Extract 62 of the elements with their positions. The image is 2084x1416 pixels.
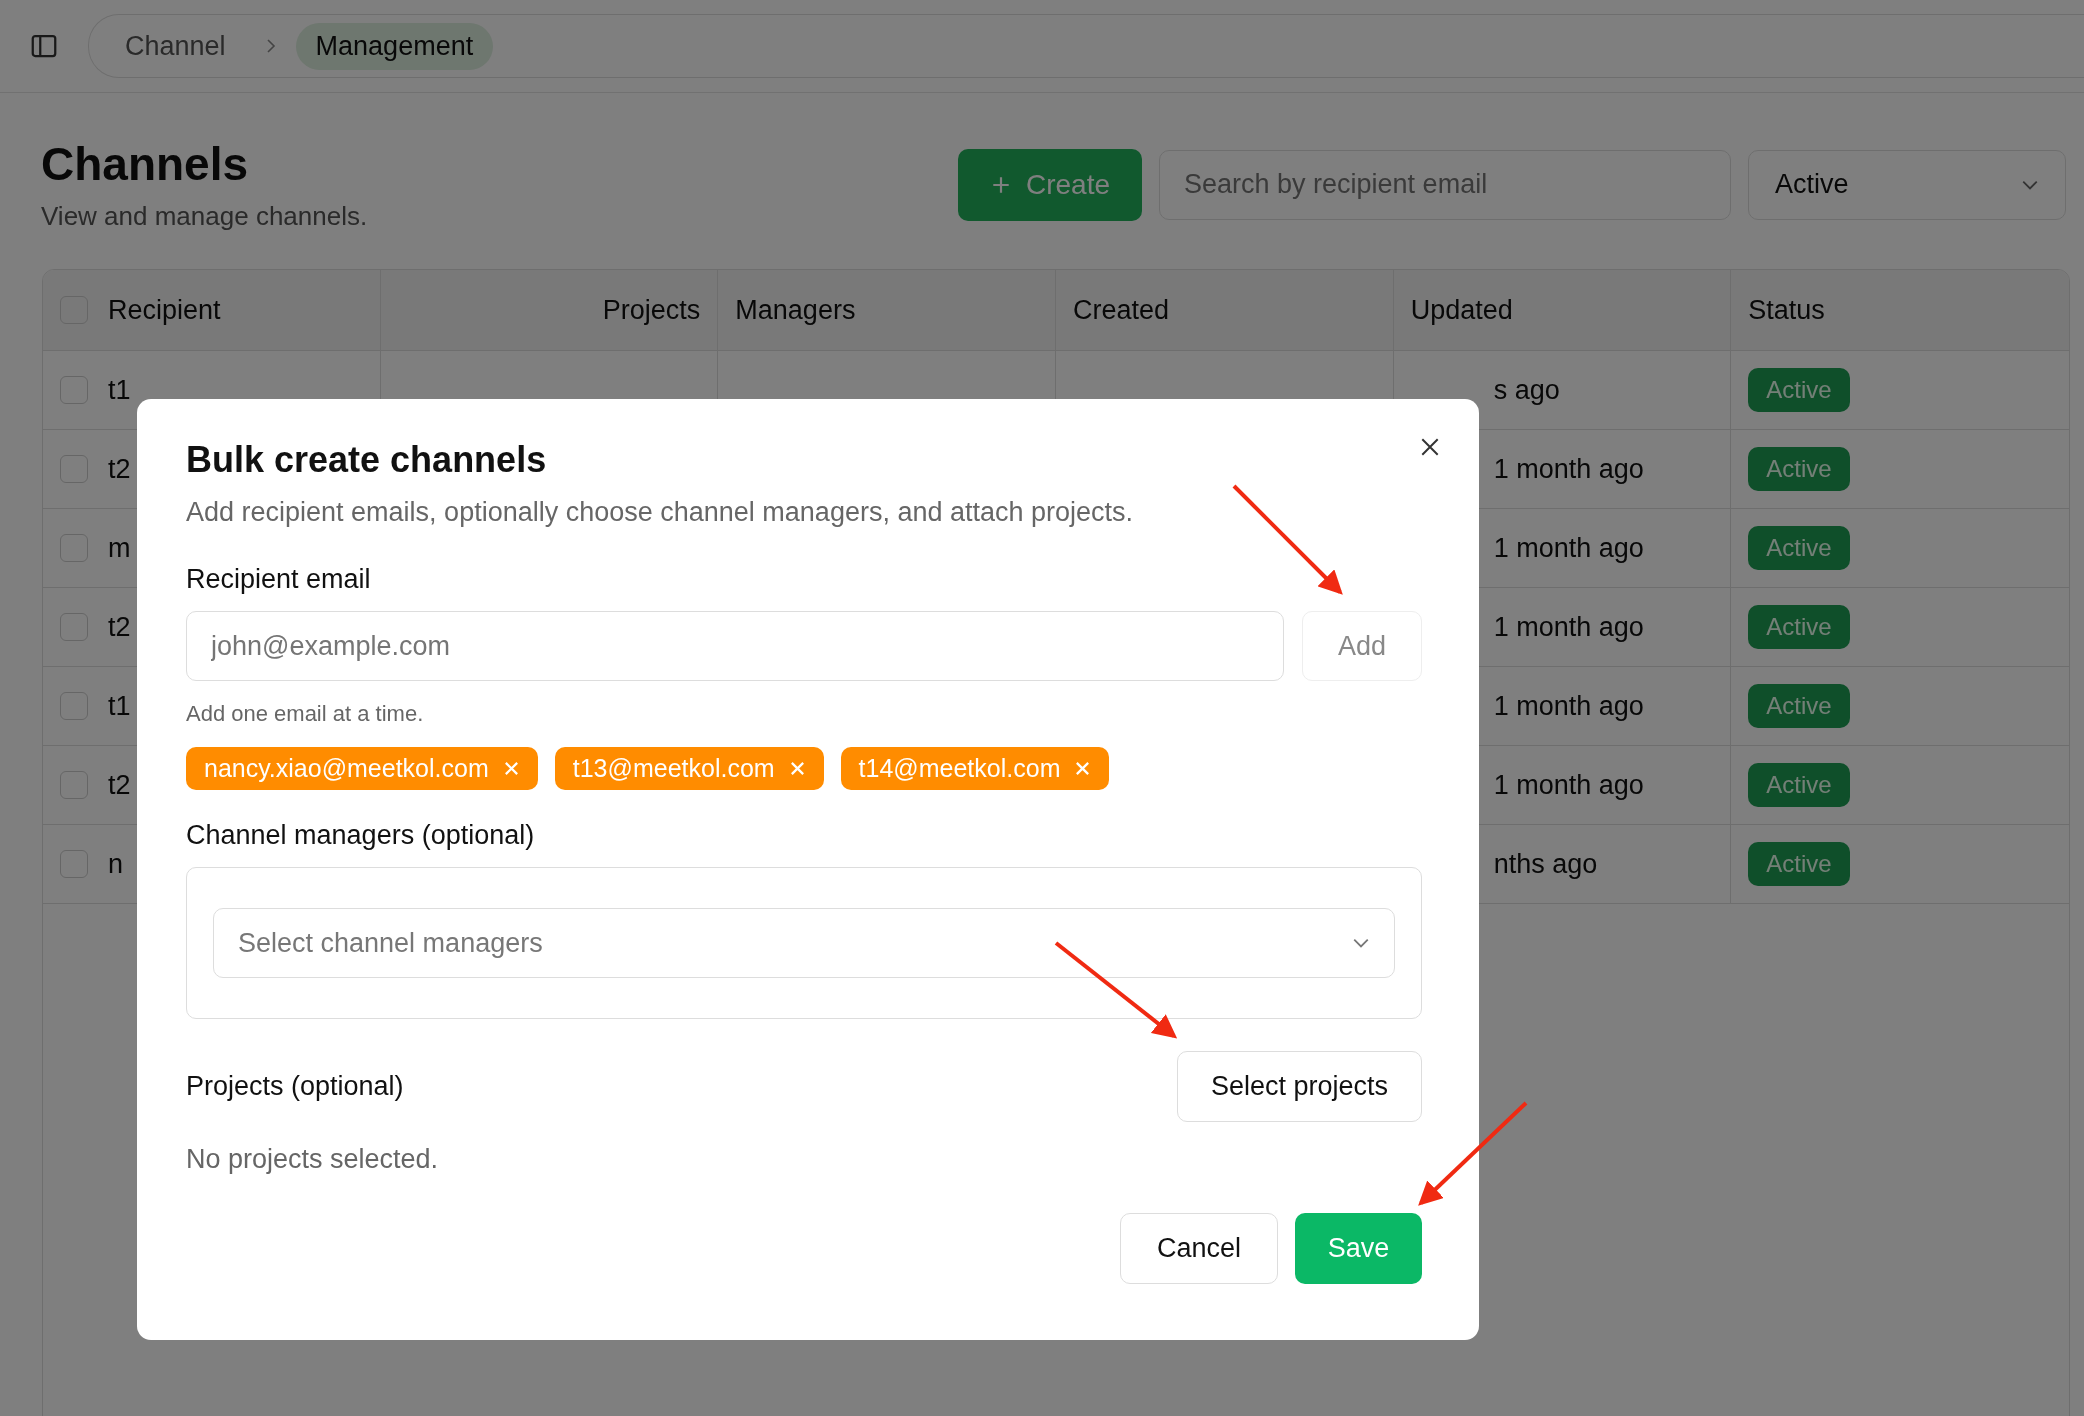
table-cell: t2: [108, 769, 131, 801]
status-badge: Active: [1748, 605, 1850, 649]
table-cell: 1 month ago: [1493, 690, 1644, 722]
tag-label: t14@meetkol.com: [858, 754, 1061, 783]
breadcrumb-link[interactable]: Channel: [125, 22, 246, 70]
managers-dropdown[interactable]: Select channel managers: [213, 908, 1395, 978]
table-cell: t1: [108, 690, 131, 722]
search-field[interactable]: Search by recipient email: [1159, 149, 1731, 220]
empty-state-text: No projects selected.: [186, 1144, 440, 1175]
status-badge: Active: [1748, 368, 1850, 412]
tag-label: t13@meetkol.com: [572, 754, 775, 783]
remove-icon[interactable]: [502, 760, 520, 777]
table-cell: 1 month ago: [1493, 769, 1644, 801]
tag-label: nancy.xiao@meetkol.com: [204, 754, 489, 783]
chevron-right-icon: [265, 38, 276, 54]
column-header: Created: [1073, 294, 1170, 326]
table-cell: m: [108, 532, 131, 564]
field-label: Projects (optional): [186, 1071, 404, 1102]
row-checkbox[interactable]: [60, 534, 88, 562]
row-checkbox[interactable]: [60, 455, 88, 483]
status-badge: Active: [1748, 684, 1850, 728]
save-button[interactable]: Save: [1295, 1213, 1422, 1284]
table-cell: s ago: [1493, 374, 1560, 406]
table-cell: nths ago: [1493, 848, 1598, 880]
table-cell: t1: [108, 374, 131, 406]
field-label: Recipient email: [186, 564, 372, 595]
status-badge: Active: [1748, 763, 1850, 807]
breadcrumb-link[interactable]: Management: [295, 22, 494, 70]
page-title: Channels: [41, 137, 250, 191]
field-hint: Add one email at a time.: [186, 701, 425, 727]
remove-icon[interactable]: [1074, 760, 1092, 777]
row-checkbox[interactable]: [60, 613, 88, 641]
remove-icon[interactable]: [788, 760, 806, 777]
table-cell: n: [108, 848, 124, 880]
table-cell: t2: [108, 453, 131, 485]
status-dropdown[interactable]: Active: [1748, 149, 2066, 220]
column-header: Status: [1748, 294, 1825, 326]
page-subtitle: View and manage channels.: [41, 201, 368, 232]
column-header: Managers: [735, 294, 856, 326]
chevron-down-icon: [2021, 178, 2039, 191]
table-cell: 1 month ago: [1493, 453, 1644, 485]
chevron-down-icon: [1352, 937, 1370, 949]
row-checkbox[interactable]: [60, 376, 88, 404]
dialog-description: Add recipient emails, optionally choose channel managers, and attach projects.: [186, 497, 1135, 528]
status-badge: Active: [1748, 447, 1850, 491]
close-icon[interactable]: [1419, 436, 1441, 458]
column-header: Recipient: [108, 294, 221, 326]
column-header: Projects: [602, 294, 701, 326]
row-checkbox[interactable]: [60, 850, 88, 878]
field-label: Channel managers (optional): [186, 820, 536, 851]
table-cell: 1 month ago: [1493, 611, 1644, 643]
email-input-field[interactable]: john@example.com: [186, 611, 1284, 681]
select-projects-button[interactable]: Select projects: [1176, 1051, 1422, 1122]
column-header: Updated: [1410, 294, 1513, 326]
table-cell: t2: [108, 611, 131, 643]
status-badge: Active: [1748, 526, 1850, 570]
row-checkbox[interactable]: [60, 771, 88, 799]
table-cell: 1 month ago: [1493, 532, 1644, 564]
cancel-button[interactable]: Cancel: [1120, 1213, 1278, 1284]
status-badge: Active: [1748, 842, 1850, 886]
dialog-title: Bulk create channels: [186, 439, 548, 481]
row-checkbox[interactable]: [60, 692, 88, 720]
